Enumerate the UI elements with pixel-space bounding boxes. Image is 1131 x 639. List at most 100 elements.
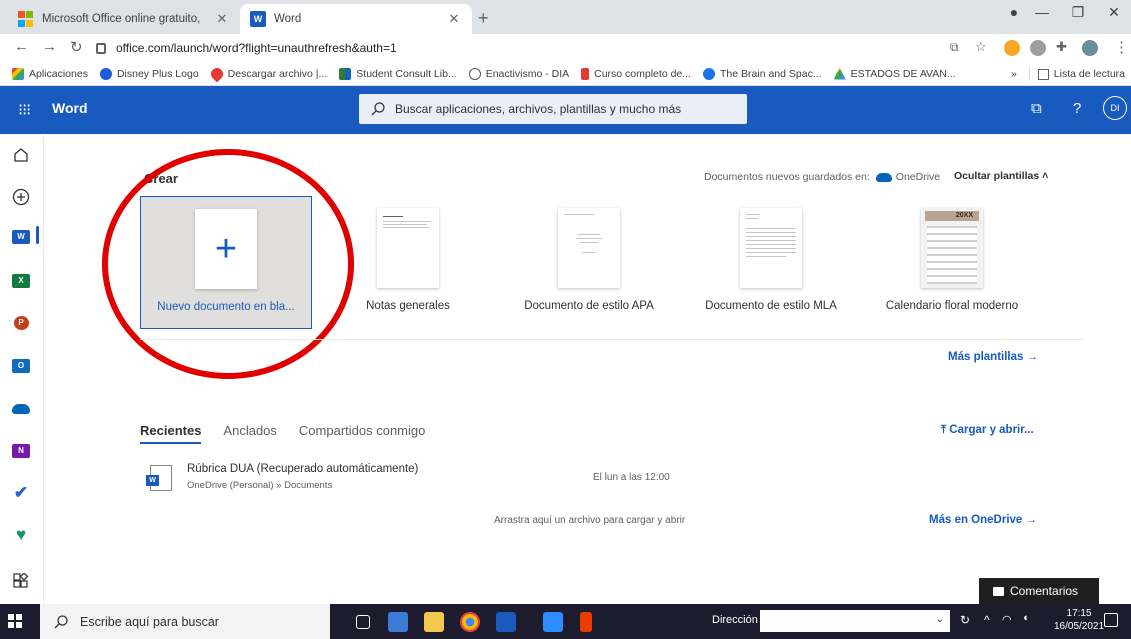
- home-icon[interactable]: [10, 144, 32, 166]
- avatar[interactable]: DI: [1103, 96, 1127, 120]
- template-floral-calendar[interactable]: 20XX Calendario floral moderno: [866, 196, 1038, 329]
- brain-space-icon: [703, 67, 716, 80]
- puzzle-icon[interactable]: ✚: [1056, 39, 1067, 55]
- file-modified-date: El lun a las 12:00: [593, 472, 670, 483]
- family-safety-app-icon[interactable]: ♥: [10, 524, 32, 546]
- avatar-icon[interactable]: [1082, 40, 1098, 56]
- bookmark-item[interactable]: Student Consult Lib...: [339, 67, 457, 80]
- template-thumbnail: 20XX: [921, 208, 983, 288]
- close-window-icon[interactable]: ✕: [1094, 4, 1131, 21]
- lock-icon: [96, 42, 106, 54]
- bookmark-item[interactable]: Disney Plus Logo: [99, 67, 199, 80]
- feedback-button[interactable]: Comentarios: [979, 578, 1099, 604]
- refresh-icon[interactable]: ↻: [960, 613, 970, 627]
- help-icon[interactable]: ?: [1073, 100, 1081, 117]
- url-text: office.com/launch/word?flight=unauthrefr…: [116, 41, 397, 55]
- reload-icon[interactable]: ↻: [70, 38, 83, 56]
- windows-start-icon[interactable]: [8, 614, 22, 628]
- teams-chat-icon[interactable]: ⧉: [1031, 100, 1042, 117]
- tab-shared[interactable]: Compartidos conmigo: [299, 423, 425, 444]
- comment-icon: [993, 586, 1004, 596]
- template-mla-style[interactable]: Documento de estilo MLA: [685, 196, 857, 329]
- browser-tab-office[interactable]: Microsoft Office online gratuito, ✕: [8, 4, 240, 34]
- address-toolbar-label: Dirección: [712, 614, 758, 626]
- onenote-app-icon[interactable]: N: [10, 440, 32, 462]
- browser-tab-strip: Microsoft Office online gratuito, ✕ W Wo…: [0, 0, 1131, 34]
- system-clock[interactable]: 17:15 16/05/2021: [1054, 607, 1104, 633]
- more-onedrive-link[interactable]: Más en OneDrive →: [929, 514, 1037, 526]
- tab-recent[interactable]: Recientes: [140, 423, 202, 444]
- hide-templates-button[interactable]: Ocultar plantillas ˄: [954, 170, 1048, 182]
- bookmark-item[interactable]: Descargar archivo |...: [208, 65, 327, 82]
- app-launcher-icon[interactable]: ⁝⁝⁝: [18, 100, 31, 120]
- back-icon[interactable]: ←: [14, 38, 29, 55]
- upload-open-button[interactable]: ⤒ Cargar y abrir...: [941, 424, 1034, 437]
- bookmark-item[interactable]: Curso completo de...: [581, 67, 691, 80]
- volume-icon[interactable]: ◖: [1022, 612, 1029, 624]
- outlook-app-icon[interactable]: O: [10, 355, 32, 377]
- calculator-icon[interactable]: [388, 612, 408, 632]
- app-name[interactable]: Word: [52, 100, 88, 116]
- main-content: Crear Documentos nuevos guardados en: On…: [44, 134, 1131, 604]
- word-app-icon[interactable]: W: [10, 226, 32, 248]
- search-input[interactable]: Buscar aplicaciones, archivos, plantilla…: [359, 94, 747, 124]
- recent-file-row[interactable]: W Rúbrica DUA (Recuperado automáticament…: [140, 459, 1085, 499]
- zoom-icon[interactable]: [543, 612, 563, 632]
- upload-icon: ⤒: [941, 424, 947, 436]
- bookmark-item[interactable]: Enactivismo - DIA: [468, 67, 569, 80]
- star-icon[interactable]: ☆: [975, 39, 987, 55]
- forward-icon[interactable]: →: [42, 38, 57, 55]
- browser-toolbar: ← → ↻ office.com/launch/word?flight=unau…: [0, 34, 1131, 62]
- close-icon[interactable]: ✕: [214, 11, 230, 27]
- onedrive-icon: [875, 172, 892, 182]
- todo-app-icon[interactable]: ✔: [10, 482, 32, 504]
- new-tab-icon[interactable]: +: [478, 8, 489, 29]
- template-blank-document[interactable]: + Nuevo documento en bla...: [140, 196, 312, 329]
- bookmark-item[interactable]: The Brain and Spac...: [703, 67, 822, 80]
- tab-pinned[interactable]: Anclados: [223, 423, 276, 444]
- onedrive-app-icon[interactable]: [10, 398, 32, 420]
- more-templates-link[interactable]: Más plantillas →: [948, 351, 1038, 363]
- all-apps-icon[interactable]: [10, 570, 32, 592]
- minimize-icon[interactable]: —: [1022, 4, 1062, 20]
- chrome-icon[interactable]: [460, 612, 480, 632]
- template-thumbnail: [377, 208, 439, 288]
- notification-icon[interactable]: [1104, 613, 1118, 627]
- maximize-icon[interactable]: ❐: [1058, 4, 1098, 21]
- close-icon[interactable]: ✕: [446, 11, 462, 27]
- browser-tab-word[interactable]: W Word ✕: [240, 4, 472, 34]
- extension-icon[interactable]: [1004, 40, 1020, 56]
- search-icon: [371, 102, 385, 116]
- task-view-icon[interactable]: [356, 615, 370, 629]
- template-apa-style[interactable]: Documento de estilo APA: [503, 196, 675, 329]
- bookmarks-overflow-icon[interactable]: »: [1011, 68, 1017, 80]
- app-rail: W X P O N ✔ ♥: [0, 134, 44, 604]
- template-thumbnail: [558, 208, 620, 288]
- search-icon: [54, 614, 68, 628]
- section-divider: [140, 339, 1085, 340]
- menu-dots-icon[interactable]: ⋮: [1114, 38, 1129, 56]
- word-logo-icon: W: [250, 11, 266, 27]
- disney-icon: [99, 67, 112, 80]
- enactivismo-icon: [468, 67, 481, 80]
- template-general-notes[interactable]: Notas generales: [322, 196, 494, 329]
- taskbar-search-input[interactable]: Escribe aquí para buscar: [40, 604, 330, 639]
- create-new-icon[interactable]: [10, 186, 32, 208]
- microsoft-logo-icon: [18, 11, 34, 27]
- chevron-up-icon[interactable]: ^: [984, 613, 990, 627]
- excel-app-icon[interactable]: X: [10, 270, 32, 292]
- office-icon[interactable]: [580, 612, 592, 632]
- bookmark-item[interactable]: Aplicaciones: [12, 67, 88, 80]
- network-icon[interactable]: ◠: [1002, 613, 1012, 626]
- install-app-icon[interactable]: ⧉: [950, 40, 959, 55]
- extension-icon[interactable]: [1030, 40, 1046, 56]
- powerpoint-app-icon[interactable]: P: [10, 312, 32, 334]
- address-bar[interactable]: office.com/launch/word?flight=unauthrefr…: [96, 36, 976, 60]
- file-explorer-icon[interactable]: [424, 612, 444, 632]
- reading-list-button[interactable]: Lista de lectura: [1054, 68, 1125, 80]
- office-app-bar: ⁝⁝⁝ Word Buscar aplicaciones, archivos, …: [0, 86, 1131, 134]
- address-toolbar-input[interactable]: ⌄: [760, 610, 950, 632]
- tab-title: Word: [274, 13, 302, 25]
- word-taskbar-icon[interactable]: [496, 612, 516, 632]
- bookmark-item[interactable]: ESTADOS DE AVAN...: [833, 67, 956, 80]
